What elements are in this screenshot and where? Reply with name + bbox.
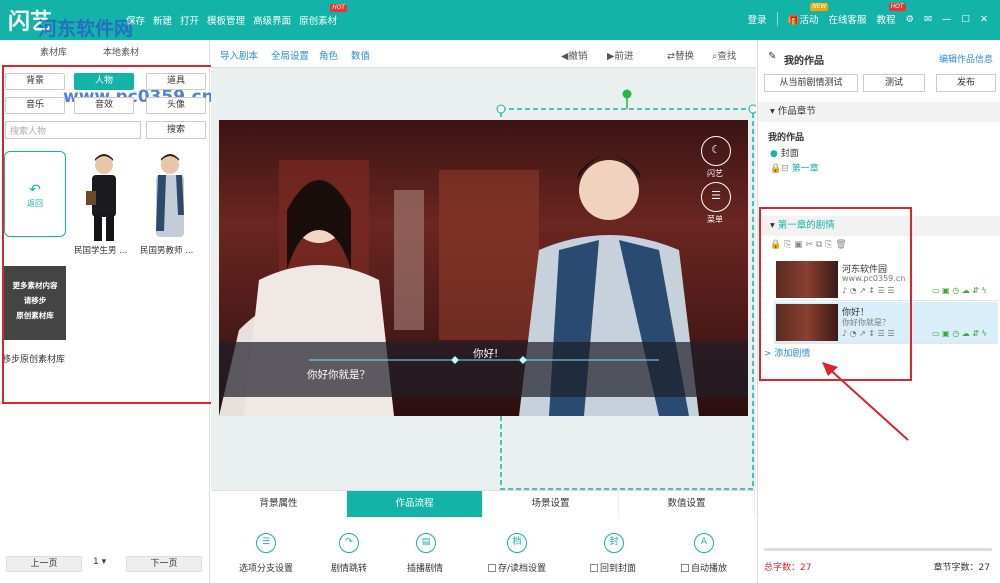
work-name[interactable]: 我的作品 bbox=[768, 130, 804, 143]
checkbox[interactable] bbox=[681, 564, 689, 572]
replace-button[interactable]: ⇄替换 bbox=[667, 48, 694, 62]
menu-advanced[interactable]: 高级界面 bbox=[253, 13, 291, 27]
page-select[interactable]: 1 ▾ bbox=[93, 557, 106, 567]
redo-button[interactable]: ▶前进 bbox=[607, 48, 633, 62]
menu-open[interactable]: 打开 bbox=[180, 13, 199, 27]
tab-value-settings[interactable]: 数值设置 bbox=[619, 491, 755, 517]
find-button[interactable]: ⌕查找 bbox=[712, 48, 736, 62]
prev-page-button[interactable]: 上一页 bbox=[6, 556, 82, 572]
top-bar: 闪艺 河东软件网 保存 新建 打开 模板管理 高级界面 原创素材 HOT 登录 🎁… bbox=[0, 0, 1000, 40]
dialog-divider bbox=[309, 356, 659, 364]
tab-local-assets[interactable]: 本地素材 bbox=[103, 45, 139, 58]
scrollbar[interactable] bbox=[764, 548, 992, 551]
new-badge: NEW bbox=[810, 3, 829, 11]
dialog-box[interactable]: 你好! 你好你就是？ bbox=[219, 342, 748, 397]
role-link[interactable]: 角色 bbox=[319, 48, 338, 62]
menu-icon[interactable]: ☰ bbox=[701, 182, 731, 212]
app-logo: 闪艺 河东软件网 bbox=[8, 10, 134, 40]
mail-icon[interactable]: ✉ bbox=[924, 14, 932, 25]
gear-icon[interactable]: ⚙ bbox=[906, 14, 915, 25]
action-label[interactable]: 选项分支设置 bbox=[239, 561, 293, 574]
login-link[interactable]: 登录 bbox=[748, 12, 767, 26]
next-page-button[interactable]: 下一页 bbox=[126, 556, 202, 572]
menu-new[interactable]: 新建 bbox=[153, 13, 172, 27]
menu-save[interactable]: 保存 bbox=[126, 13, 145, 27]
menu-label: 菜单 bbox=[707, 215, 723, 224]
bottom-panel: 背景属性 作品流程 场景设置 数值设置 ☰ 选项分支设置 ↷ 剧情跳转 ▤ 插播… bbox=[211, 490, 756, 583]
cover-checkbox[interactable]: 回到封面 bbox=[590, 561, 636, 574]
tab-workflow[interactable]: 作品流程 bbox=[347, 491, 483, 517]
chapter-char-count: 章节字数：27 bbox=[933, 563, 990, 573]
chapter-item[interactable]: 🔒⊟ 第一章 bbox=[770, 161, 819, 174]
import-script-link[interactable]: 导入剧本 bbox=[220, 48, 258, 62]
story-status-icons[interactable]: ▭ ▣ ◷ ☁ ⇵ ϟ bbox=[932, 329, 987, 338]
jump-icon[interactable]: ↷ bbox=[339, 533, 359, 553]
annotation-box bbox=[2, 65, 228, 404]
tab-background-props[interactable]: 背景属性 bbox=[211, 491, 347, 517]
maximize-icon[interactable]: ☐ bbox=[962, 14, 971, 25]
action-label[interactable]: 插播剧情 bbox=[407, 561, 443, 574]
chapters-header[interactable]: ▾ 作品章节 bbox=[758, 102, 1000, 122]
annotation-box bbox=[759, 207, 912, 381]
pencil-icon: ✎ bbox=[768, 51, 777, 62]
editor-toolbar: 导入剧本 全局设置 角色 数值 ◀撤销 ▶前进 ⇄替换 ⌕查找 bbox=[211, 40, 756, 68]
test-button[interactable]: 测试 bbox=[863, 74, 925, 92]
dialog-text: 你好你就是？ bbox=[307, 369, 370, 381]
tab-asset-library[interactable]: 素材库 bbox=[40, 45, 67, 58]
asset-tabs: 素材库 本地素材 bbox=[40, 45, 139, 58]
test-from-current-button[interactable]: 从当前剧情测试 bbox=[764, 74, 858, 92]
scene-preview[interactable]: ☾ 闪艺 ☰ 菜单 你好! 你好你就是？ bbox=[219, 120, 748, 416]
save-load-icon[interactable]: 档 bbox=[507, 533, 527, 553]
checkbox[interactable] bbox=[590, 564, 598, 572]
total-char-count: 总字数：27 bbox=[764, 563, 812, 573]
cover-icon[interactable]: 封 bbox=[604, 533, 624, 553]
close-icon[interactable]: ✕ bbox=[980, 14, 988, 25]
divider bbox=[776, 12, 778, 26]
edit-info-link[interactable]: 编辑作品信息 bbox=[939, 52, 993, 65]
autoplay-checkbox[interactable]: 自动播放 bbox=[681, 561, 727, 574]
tutorial-link[interactable]: 教程 HOT bbox=[876, 3, 906, 26]
activity-button[interactable]: 🎁活动 NEW bbox=[788, 3, 829, 26]
insert-icon[interactable]: ▤ bbox=[416, 533, 436, 553]
save-load-checkbox[interactable]: 存/读档设置 bbox=[488, 561, 546, 574]
branch-icon[interactable]: ☰ bbox=[256, 533, 276, 553]
checkbox[interactable] bbox=[488, 564, 496, 572]
menu-template[interactable]: 模板管理 bbox=[207, 13, 245, 27]
autoplay-icon[interactable]: A bbox=[694, 533, 714, 553]
hot-badge: HOT bbox=[330, 4, 348, 12]
action-label[interactable]: 剧情跳转 bbox=[331, 561, 367, 574]
publish-button[interactable]: 发布 bbox=[936, 74, 996, 92]
watermark: 河东软件网 bbox=[38, 18, 134, 40]
flash-label: 闪艺 bbox=[707, 169, 723, 178]
cover-item[interactable]: ● 封面 bbox=[770, 146, 799, 159]
story-status-icons[interactable]: ▭ ▣ ◷ ☁ ⇵ ϟ bbox=[932, 286, 987, 295]
hot-badge: HOT bbox=[888, 3, 906, 11]
tab-scene-settings[interactable]: 场景设置 bbox=[483, 491, 619, 517]
service-link[interactable]: 在线客服 bbox=[828, 12, 866, 26]
top-right: 登录 🎁活动 NEW 在线客服 教程 HOT ⚙ ✉ — ☐ ✕ bbox=[748, 3, 988, 26]
dot-icon: ● bbox=[770, 149, 778, 159]
minimize-icon[interactable]: — bbox=[942, 14, 952, 25]
panel-title: 我的作品 bbox=[784, 56, 824, 67]
lock-icon: 🔒⊟ bbox=[770, 164, 789, 174]
global-settings-link[interactable]: 全局设置 bbox=[271, 48, 309, 62]
editor-area: 导入剧本 全局设置 角色 数值 ◀撤销 ▶前进 ⇄替换 ⌕查找 ☾ 闪艺 ☰ 菜… bbox=[211, 40, 756, 583]
flash-menu-icon[interactable]: ☾ bbox=[701, 136, 731, 166]
top-menu: 保存 新建 打开 模板管理 高级界面 原创素材 HOT bbox=[126, 4, 348, 27]
value-link[interactable]: 数值 bbox=[351, 48, 370, 62]
menu-original-assets[interactable]: 原创素材 HOT bbox=[299, 4, 348, 27]
undo-button[interactable]: ◀撤销 bbox=[561, 48, 587, 62]
